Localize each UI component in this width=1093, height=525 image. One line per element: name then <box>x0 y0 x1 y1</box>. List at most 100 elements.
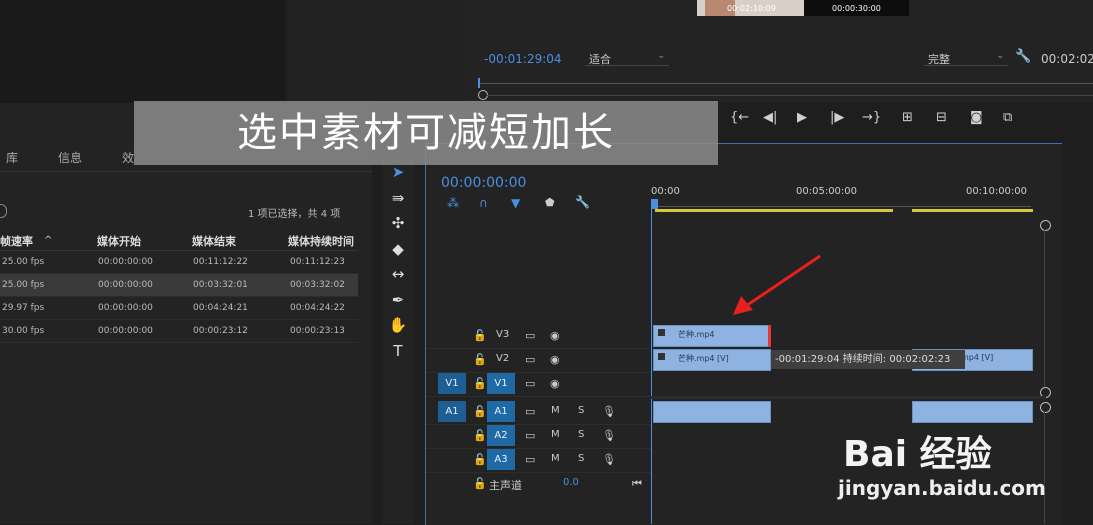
film-icon[interactable]: ▭ <box>525 453 535 466</box>
mark-in-icon[interactable]: {← <box>730 110 749 125</box>
fit-dropdown[interactable]: 适合 ⌄ <box>585 51 669 66</box>
timeline-settings-icon[interactable]: 🔧 <box>575 195 590 209</box>
go-to-out-icon[interactable]: →} <box>862 110 881 125</box>
hand-icon[interactable]: ✋ <box>388 315 408 335</box>
clip-v3[interactable]: 芒种.mp4 <box>653 325 770 347</box>
microphone-icon[interactable]: 🎙 <box>602 453 616 466</box>
ripple-edit-icon[interactable]: ✣ <box>388 213 408 233</box>
col-media-start[interactable]: 媒体开始 <box>97 233 141 249</box>
table-row[interactable]: 25.00 fps 00:00:00:00 00:11:12:22 00:11:… <box>0 251 358 274</box>
source-patch-v1[interactable]: V1 <box>438 373 466 394</box>
playhead-handle[interactable] <box>651 199 658 209</box>
source-patch-a1[interactable]: A1 <box>438 401 466 422</box>
go-to-end-icon[interactable]: ⏮ <box>632 477 642 491</box>
solo-button[interactable]: S <box>578 429 584 440</box>
audio-clip-a1[interactable] <box>912 401 1033 423</box>
lock-icon[interactable]: 🔓 <box>473 377 487 390</box>
eye-icon[interactable]: ◉ <box>550 329 560 342</box>
table-row[interactable]: 30.00 fps 00:00:00:00 00:00:23:12 00:00:… <box>0 320 358 343</box>
type-icon[interactable]: T <box>388 341 408 361</box>
selection-tool-icon[interactable]: ➤ <box>388 162 408 182</box>
pen-icon[interactable]: ✒ <box>388 290 408 310</box>
lock-icon[interactable]: 🔓 <box>473 405 487 418</box>
mute-button[interactable]: M <box>551 429 560 440</box>
lock-icon[interactable]: 🔓 <box>473 429 487 442</box>
col-media-end[interactable]: 媒体结束 <box>192 233 236 249</box>
lift-icon[interactable]: ⊞ <box>902 110 913 125</box>
camera-icon[interactable]: ◙ <box>970 110 983 125</box>
monitor-scrubber[interactable] <box>478 83 1093 84</box>
step-back-icon[interactable]: ◀| <box>763 110 777 125</box>
cell-start: 00:00:00:00 <box>98 280 153 290</box>
master-label: 主声道 <box>489 479 522 492</box>
microphone-icon[interactable]: 🎙 <box>602 429 616 442</box>
track-target-a1[interactable]: A1 <box>487 401 515 422</box>
eye-icon[interactable]: ◉ <box>550 377 560 390</box>
multi-cam-icon[interactable]: ⧉ <box>1003 110 1012 125</box>
scroll-handle[interactable] <box>1040 220 1051 231</box>
mute-button[interactable]: M <box>551 405 560 416</box>
solo-button[interactable]: S <box>578 405 584 416</box>
lock-icon[interactable]: 🔓 <box>473 453 487 466</box>
video-scrollbar[interactable] <box>1044 229 1045 387</box>
lock-icon[interactable]: 🔓 <box>473 477 487 490</box>
film-icon[interactable]: ▭ <box>525 353 535 366</box>
source-thumbnail[interactable]: 00:02:10:09 <box>697 0 804 16</box>
work-area-bar[interactable] <box>912 209 1033 212</box>
timeline-timecode[interactable]: 00:00:00:00 <box>441 175 526 191</box>
lock-icon[interactable]: 🔓 <box>473 329 487 342</box>
monitor-timecode[interactable]: -00:01:29:04 <box>484 52 562 66</box>
razor-icon[interactable]: ◆ <box>388 239 408 259</box>
film-icon[interactable]: ▭ <box>525 377 535 390</box>
audio-clip-a1[interactable] <box>653 401 771 423</box>
microphone-icon[interactable]: 🎙 <box>602 405 616 418</box>
audio-scrollbar[interactable] <box>1044 411 1045 524</box>
slip-icon[interactable]: ↔ <box>388 264 408 284</box>
table-row[interactable]: 29.97 fps 00:00:00:00 00:04:24:21 00:04:… <box>0 297 358 320</box>
clip-v2[interactable]: 芒种.mp4 [V] <box>653 349 771 371</box>
track-label[interactable]: V3 <box>496 329 509 340</box>
clip-name: 芒种.mp4 <box>678 330 715 339</box>
tab-library[interactable]: 库 <box>6 149 18 166</box>
wrench-icon[interactable]: 🔧 <box>1015 49 1031 64</box>
track-label[interactable]: V2 <box>496 353 509 364</box>
col-media-duration[interactable]: 媒体持续时间 <box>288 233 354 249</box>
time-ruler[interactable] <box>651 200 1031 207</box>
marker-icon[interactable]: ⬟ <box>545 196 555 209</box>
mute-button[interactable]: M <box>551 453 560 464</box>
cell-fps: 25.00 fps <box>2 280 45 290</box>
film-icon[interactable]: ▭ <box>525 329 535 342</box>
quality-dropdown[interactable]: 完整 ⌄ <box>924 51 1008 66</box>
film-icon[interactable]: ▭ <box>525 405 535 418</box>
play-icon[interactable]: ▶ <box>797 110 807 125</box>
snap-icon[interactable]: ⁂ <box>447 196 459 210</box>
table-row[interactable]: 25.00 fps 00:00:00:00 00:03:32:01 00:03:… <box>0 274 358 297</box>
work-area-bar[interactable] <box>655 209 893 212</box>
add-marker-icon[interactable]: ▼ <box>511 196 520 210</box>
track-target-a3[interactable]: A3 <box>487 449 515 470</box>
extract-icon[interactable]: ⊟ <box>936 110 947 125</box>
eye-icon[interactable]: ◉ <box>550 353 560 366</box>
lock-icon[interactable]: 🔓 <box>473 353 487 366</box>
effect-controls-panel <box>287 0 462 103</box>
track-select-icon[interactable]: ⇛ <box>388 188 408 208</box>
monitor-playhead[interactable] <box>478 78 480 88</box>
tab-effects[interactable]: 效 <box>122 149 134 166</box>
program-thumbnail[interactable]: 00:00:30:00 <box>804 0 909 16</box>
solo-button[interactable]: S <box>578 453 584 464</box>
tab-info[interactable]: 信息 <box>58 149 82 166</box>
video-audio-divider[interactable] <box>651 396 1046 399</box>
quality-dropdown-value: 完整 <box>928 53 950 66</box>
sort-asc-icon[interactable]: ^ <box>44 235 52 246</box>
zoom-bar[interactable] <box>487 95 1093 96</box>
trim-edge[interactable] <box>768 325 771 347</box>
track-a1-header: A1 🔓 A1 ▭ M S 🎙 <box>426 400 651 425</box>
master-volume[interactable]: 0.0 <box>563 477 579 488</box>
track-target-v1[interactable]: V1 <box>487 373 515 394</box>
col-fps[interactable]: 帧速率 <box>0 233 33 249</box>
linked-select-icon[interactable]: ∩ <box>479 196 488 210</box>
scroll-handle[interactable] <box>1040 402 1051 413</box>
step-forward-icon[interactable]: |▶ <box>830 110 844 125</box>
track-target-a2[interactable]: A2 <box>487 425 515 446</box>
film-icon[interactable]: ▭ <box>525 429 535 442</box>
